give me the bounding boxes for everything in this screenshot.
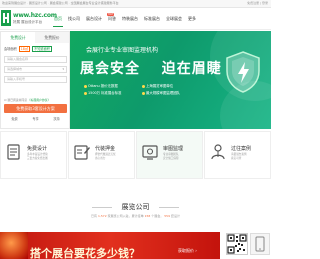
stats-prefix: 已有 — [91, 214, 98, 218]
nav-item-standard-booth[interactable]: 标准展台 — [144, 16, 160, 22]
hero-banner[interactable]: 会展行业专业审图监理机构 展会安全 迫在眉睫 Ottanu 报价无数据 1500… — [70, 31, 271, 129]
qr-code-graphic — [227, 234, 247, 254]
banner-feature-text: 上海展览审图单位 — [146, 84, 174, 88]
service-card-inspection[interactable]: 审图监理 专业审图团队 安全施工保障 — [136, 131, 203, 179]
form-footer: 免费 专享 扶持 — [4, 116, 67, 121]
tab-free-design[interactable]: 免费设计 — [1, 32, 35, 43]
promo-cta[interactable]: 获取报价 › — [178, 248, 197, 254]
agreement: ☑ 我已阅读并同意 《好展用户协议》 — [4, 98, 50, 102]
nav-item-design[interactable]: 展台设计 — [86, 16, 102, 22]
footer-tag-free: 免费 — [11, 117, 18, 121]
promo-banner[interactable]: 搭个展台要花多少钱？ 获取报价 › — [0, 232, 220, 259]
service-subtitle: 多年丰富设计经验 三套方案免费出图 — [27, 153, 48, 161]
banner-headline: 展会安全 迫在眉睫 — [80, 58, 222, 78]
service-title: 免费设计 — [27, 146, 48, 152]
hot-badge: HOT — [107, 13, 115, 16]
design-icon — [7, 144, 20, 160]
main-nav: 首页 找公司 展台设计 问答 特装展台 标准展台 全球展会 更多 — [53, 16, 202, 27]
service-card-cases[interactable]: 过往案例 海量展台案例 真实可查 — [204, 131, 271, 179]
promo-headline: 搭个展台要花多少钱？ — [30, 247, 140, 259]
area-chip[interactable]: 18㎡ — [18, 46, 31, 52]
banner-feature-text: 最大规模审图监理团队 — [146, 91, 180, 95]
logo-icon[interactable] — [1, 10, 11, 26]
top-bar-text: 欢迎来到展台设计 · 展览设计公司 · 展会搭建公司 · 全国展会展台专业设计搭… — [2, 1, 119, 5]
nav-item-qa[interactable]: 问答 — [108, 16, 116, 22]
nav-item-more[interactable]: 更多 — [188, 16, 196, 22]
title-divider — [159, 207, 179, 208]
form-tabs: 免费设计 免费报价 — [1, 32, 69, 43]
stats-mid: 家展览公司入驻，累计接单 — [107, 214, 144, 218]
inspection-icon — [142, 145, 158, 160]
check-icon — [142, 84, 145, 88]
service-subtitle: 专业审图团队 安全施工保障 — [163, 153, 179, 161]
phone-icon — [255, 236, 265, 252]
design-count: 559 — [164, 214, 170, 218]
site-header: www.hzc.com 好展 展台设计平台 首页 找公司 展台设计 问答 特装展… — [0, 8, 271, 30]
phone-input[interactable]: 请输入手机号 — [4, 76, 67, 83]
deposit-icon — [74, 145, 90, 160]
case-icon — [211, 144, 225, 160]
login-links[interactable]: 免费注册 | 登录 — [247, 0, 268, 7]
nav-item-global-expo[interactable]: 全球展会 — [166, 16, 182, 22]
company-count: 1,572 — [98, 214, 107, 218]
section-title: 展览公司 — [121, 203, 150, 211]
shield-icon — [226, 51, 260, 93]
expo-name-input[interactable]: 请输入展会名称 — [4, 56, 67, 63]
company-stats: 已有 1,572 家展览公司入驻，累计接单 158 个展会， 559 套设计 — [0, 214, 271, 218]
logo-tagline: 好展 展台设计平台 — [13, 20, 43, 24]
banner-feature-text: 1500万 标准展台标准 — [88, 91, 122, 95]
agree-link[interactable]: 《好展用户协议》 — [28, 98, 50, 102]
service-subtitle: 押金代缴退还无忧 省心省力 — [95, 153, 116, 161]
check-icon — [84, 91, 87, 95]
service-subtitle: 海量展台案例 真实可查 — [231, 153, 247, 161]
submit-button[interactable]: 免费获取3套设计方案 — [4, 104, 67, 113]
footer-tag-exclusive: 专享 — [32, 117, 39, 121]
order-count: 158 — [144, 214, 151, 218]
service-title: 过往案例 — [231, 146, 252, 152]
service-title: 代装押金 — [95, 146, 116, 152]
stats-mid: 个展会， — [151, 214, 164, 218]
logo-url[interactable]: www.hzc.com — [13, 12, 57, 19]
nav-item-home[interactable]: 首页 — [53, 16, 63, 27]
service-sub-line: 三套方案免费出图 — [27, 157, 48, 160]
quote-form: 免费设计 免费报价 会场面积 18㎡ 不知道面积 请输入展会名称 请选择城市 ▾… — [0, 31, 70, 129]
service-sub-line: 省心省力 — [95, 157, 106, 160]
stats-suffix: 套设计 — [170, 214, 180, 218]
service-card-deposit[interactable]: 代装押金 押金代缴退还无忧 省心省力 — [68, 131, 135, 179]
service-sub-line: 安全施工保障 — [163, 157, 179, 160]
banner-feature: 上海展览审图单位 — [142, 83, 173, 88]
qr-code-icon — [226, 233, 248, 255]
banner-feature: 1500万 标准展台标准 — [84, 90, 121, 95]
area-row: 会场面积 18㎡ 不知道面积 — [4, 46, 52, 52]
check-icon — [84, 84, 87, 88]
banner-feature: 最大规模审图监理团队 — [142, 90, 180, 95]
service-cards: 免费设计 多年丰富设计经验 三套方案免费出图 代装押金 押金代缴退还无忧 省心省… — [0, 131, 271, 179]
headline-right: 迫在眉睫 — [161, 61, 222, 77]
banner-title: 会展行业专业审图监理机构 — [86, 47, 159, 54]
city-select[interactable]: 请选择城市 ▾ — [4, 66, 67, 73]
service-title: 审图监理 — [163, 146, 184, 152]
banner-feature: Ottanu 报价无数据 — [84, 83, 118, 88]
unknown-area-chip[interactable]: 不知道面积 — [32, 46, 52, 52]
top-bar: 欢迎来到展台设计 · 展览设计公司 · 展会搭建公司 · 全国展会展台专业设计搭… — [0, 0, 271, 8]
chevron-down-icon: ▾ — [62, 67, 64, 71]
spotlight-graphic — [0, 232, 28, 259]
area-label: 会场面积 — [4, 47, 17, 51]
service-sub-line: 真实可查 — [231, 157, 242, 160]
nav-item-companies[interactable]: 找公司 — [68, 16, 80, 22]
side-widget[interactable] — [250, 233, 270, 255]
city-select-text: 请选择城市 — [7, 67, 23, 71]
nav-item-special-booth[interactable]: 特装展台 — [122, 16, 138, 22]
service-card-design[interactable]: 免费设计 多年丰富设计经验 三套方案免费出图 — [0, 131, 67, 179]
check-icon — [142, 91, 145, 95]
agree-text: 我已阅读并同意 — [7, 98, 27, 102]
footer-tag-support: 扶持 — [53, 117, 60, 121]
banner-feature-text: Ottanu 报价无数据 — [88, 84, 118, 88]
tab-free-quote[interactable]: 免费报价 — [35, 32, 69, 43]
headline-left: 展会安全 — [80, 61, 140, 77]
